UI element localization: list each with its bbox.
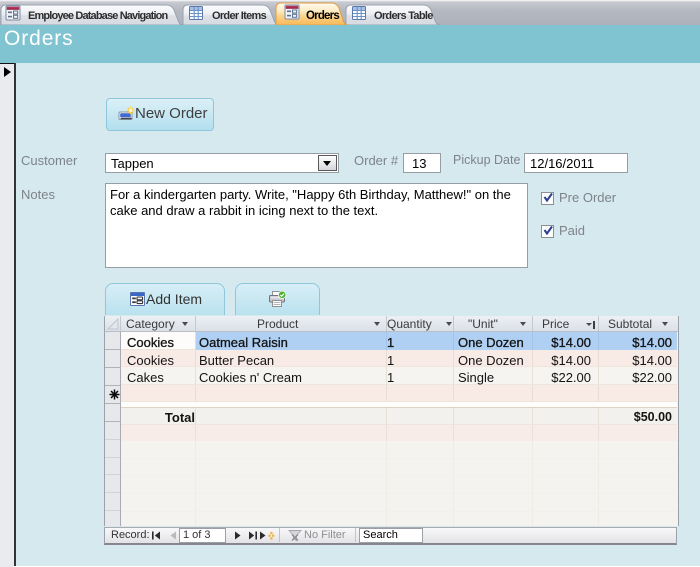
svg-text:Orders: Orders: [306, 10, 339, 22]
svg-text:Orders Table: Orders Table: [374, 10, 433, 22]
svg-text:Employee Database Navigation: Employee Database Navigation: [28, 10, 169, 22]
svg-text:Order Items: Order Items: [212, 10, 267, 22]
